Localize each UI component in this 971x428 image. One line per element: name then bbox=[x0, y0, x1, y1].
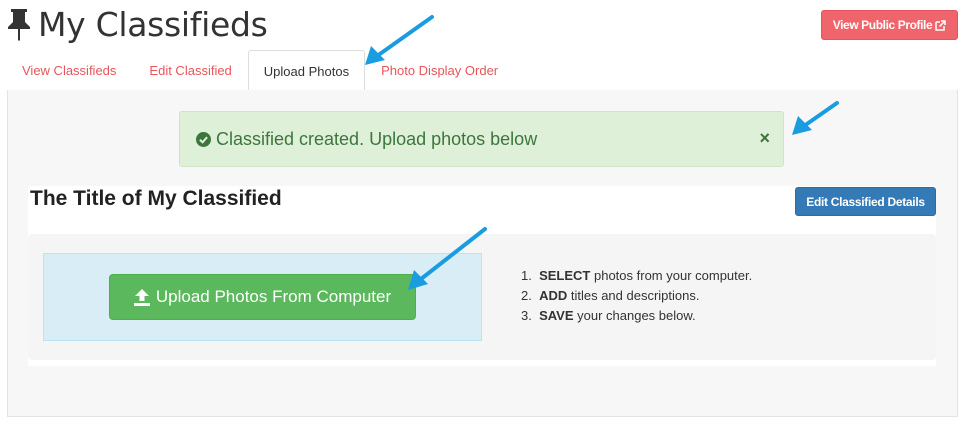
tab-bar: View Classifieds Edit Classified Upload … bbox=[7, 50, 958, 92]
instruction-step: 1. SELECT photos from your computer. bbox=[521, 268, 753, 283]
upload-instructions: 1. SELECT photos from your computer. 2. … bbox=[521, 266, 752, 326]
upload-photos-label: Upload Photos From Computer bbox=[155, 287, 392, 306]
view-public-profile-button[interactable]: View Public Profile bbox=[821, 10, 958, 40]
instruction-step: 2. ADD titles and descriptions. bbox=[521, 288, 700, 303]
instruction-step: 3. SAVE your changes below. bbox=[521, 308, 696, 323]
upload-icon bbox=[133, 288, 150, 306]
alert-close-button[interactable]: × bbox=[759, 127, 770, 149]
edit-classified-details-button[interactable]: Edit Classified Details bbox=[795, 187, 936, 216]
tab-upload-photos[interactable]: Upload Photos bbox=[247, 50, 366, 92]
pushpin-icon bbox=[8, 9, 30, 41]
upload-photos-button[interactable]: Upload Photos From Computer bbox=[109, 274, 416, 320]
tab-photo-display-order[interactable]: Photo Display Order bbox=[365, 50, 514, 91]
alert-message: Classified created. Upload photos below bbox=[216, 128, 538, 149]
external-link-icon bbox=[935, 19, 947, 31]
view-public-profile-label: View Public Profile bbox=[832, 18, 933, 32]
tab-edit-classified[interactable]: Edit Classified bbox=[133, 50, 247, 91]
tab-view-classifieds[interactable]: View Classifieds bbox=[7, 50, 133, 91]
page-title: My Classifieds bbox=[38, 4, 268, 44]
success-alert: Classified created. Upload photos below … bbox=[179, 111, 784, 167]
check-circle-icon bbox=[196, 131, 211, 147]
page-header: My Classifieds bbox=[6, 2, 268, 46]
classified-title: The Title of My Classified bbox=[30, 187, 282, 210]
